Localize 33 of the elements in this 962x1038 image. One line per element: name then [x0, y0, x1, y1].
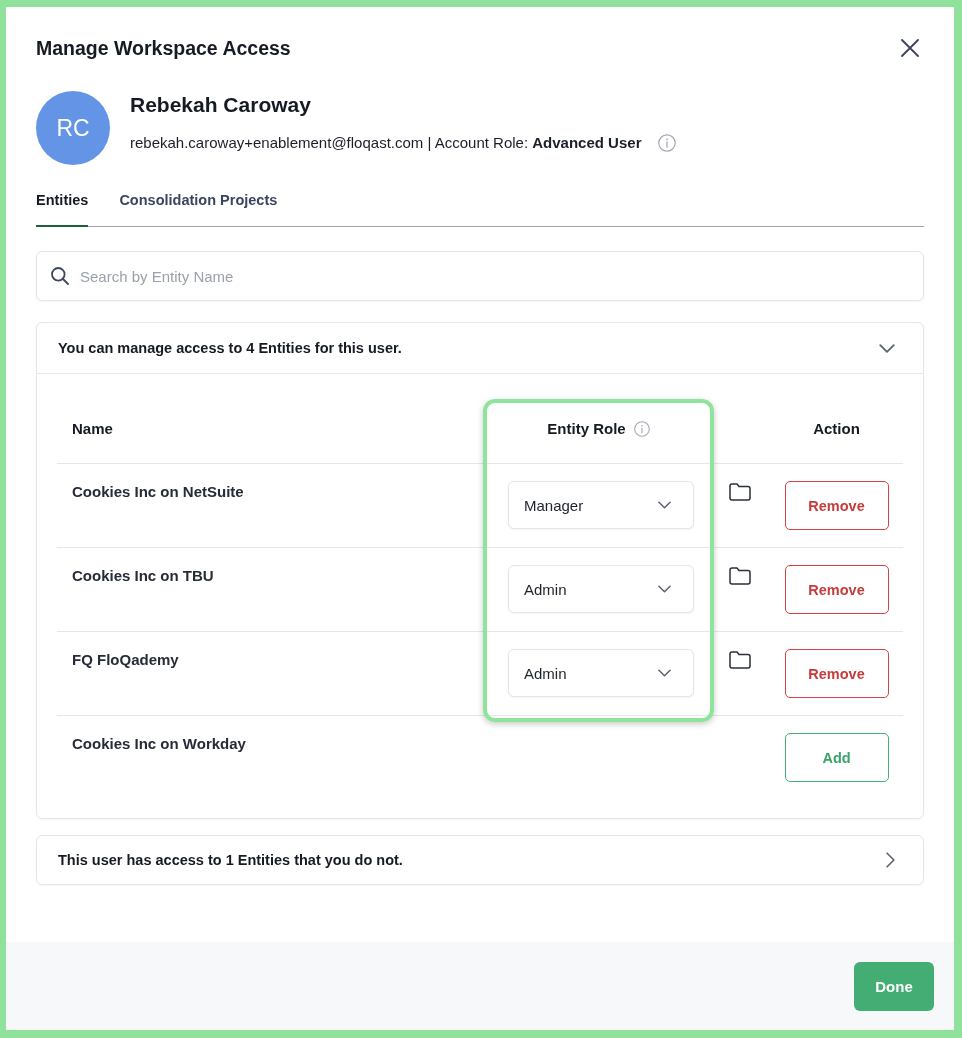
column-header: Entity Role [547, 419, 626, 438]
remove-button[interactable]: Remove [784, 649, 889, 698]
chevron-down-icon [658, 501, 671, 509]
column-header: Action [813, 419, 860, 438]
user-name: Rebekah Caroway [130, 93, 312, 117]
folder-icon[interactable] [729, 567, 751, 585]
info-icon [633, 420, 650, 437]
role-select[interactable]: Manager [508, 481, 694, 529]
column-header: Name [72, 419, 113, 438]
chevron-down-icon [658, 585, 671, 593]
accordion-header[interactable]: You can manage access to 4 Entities for this user. [37, 323, 923, 374]
remove-button[interactable]: Remove [784, 565, 889, 614]
close-button[interactable] [901, 39, 919, 57]
close-icon [901, 39, 919, 57]
user-details: rebekah.caroway+enablement@floqast.com | Account Role: Advanced User [130, 134, 642, 152]
tab[interactable]: Entities [36, 191, 89, 227]
entity-name: Cookies Inc on TBU [72, 567, 214, 585]
search-icon [51, 267, 69, 285]
info-icon [658, 134, 677, 152]
tab[interactable]: Consolidation Projects [119, 191, 278, 227]
accordion-header[interactable]: This user has access to 1 Entities that you do not. [37, 836, 923, 884]
folder-icon[interactable] [729, 651, 751, 669]
chevron-down-icon [658, 669, 671, 677]
user-avatar: RC [36, 91, 110, 165]
dialog-title: Manage Workspace Access [36, 36, 291, 60]
entity-name: FQ FloQademy [72, 651, 179, 669]
search-field[interactable]: Search by Entity Name [36, 251, 924, 301]
entity-name: Cookies Inc on Workday [72, 735, 246, 753]
role-select[interactable]: Admin [508, 649, 694, 697]
folder-icon[interactable] [729, 483, 751, 501]
entity-name: Cookies Inc on NetSuite [72, 483, 244, 501]
remove-button[interactable]: Remove [784, 481, 889, 530]
role-select[interactable]: Admin [508, 565, 694, 613]
